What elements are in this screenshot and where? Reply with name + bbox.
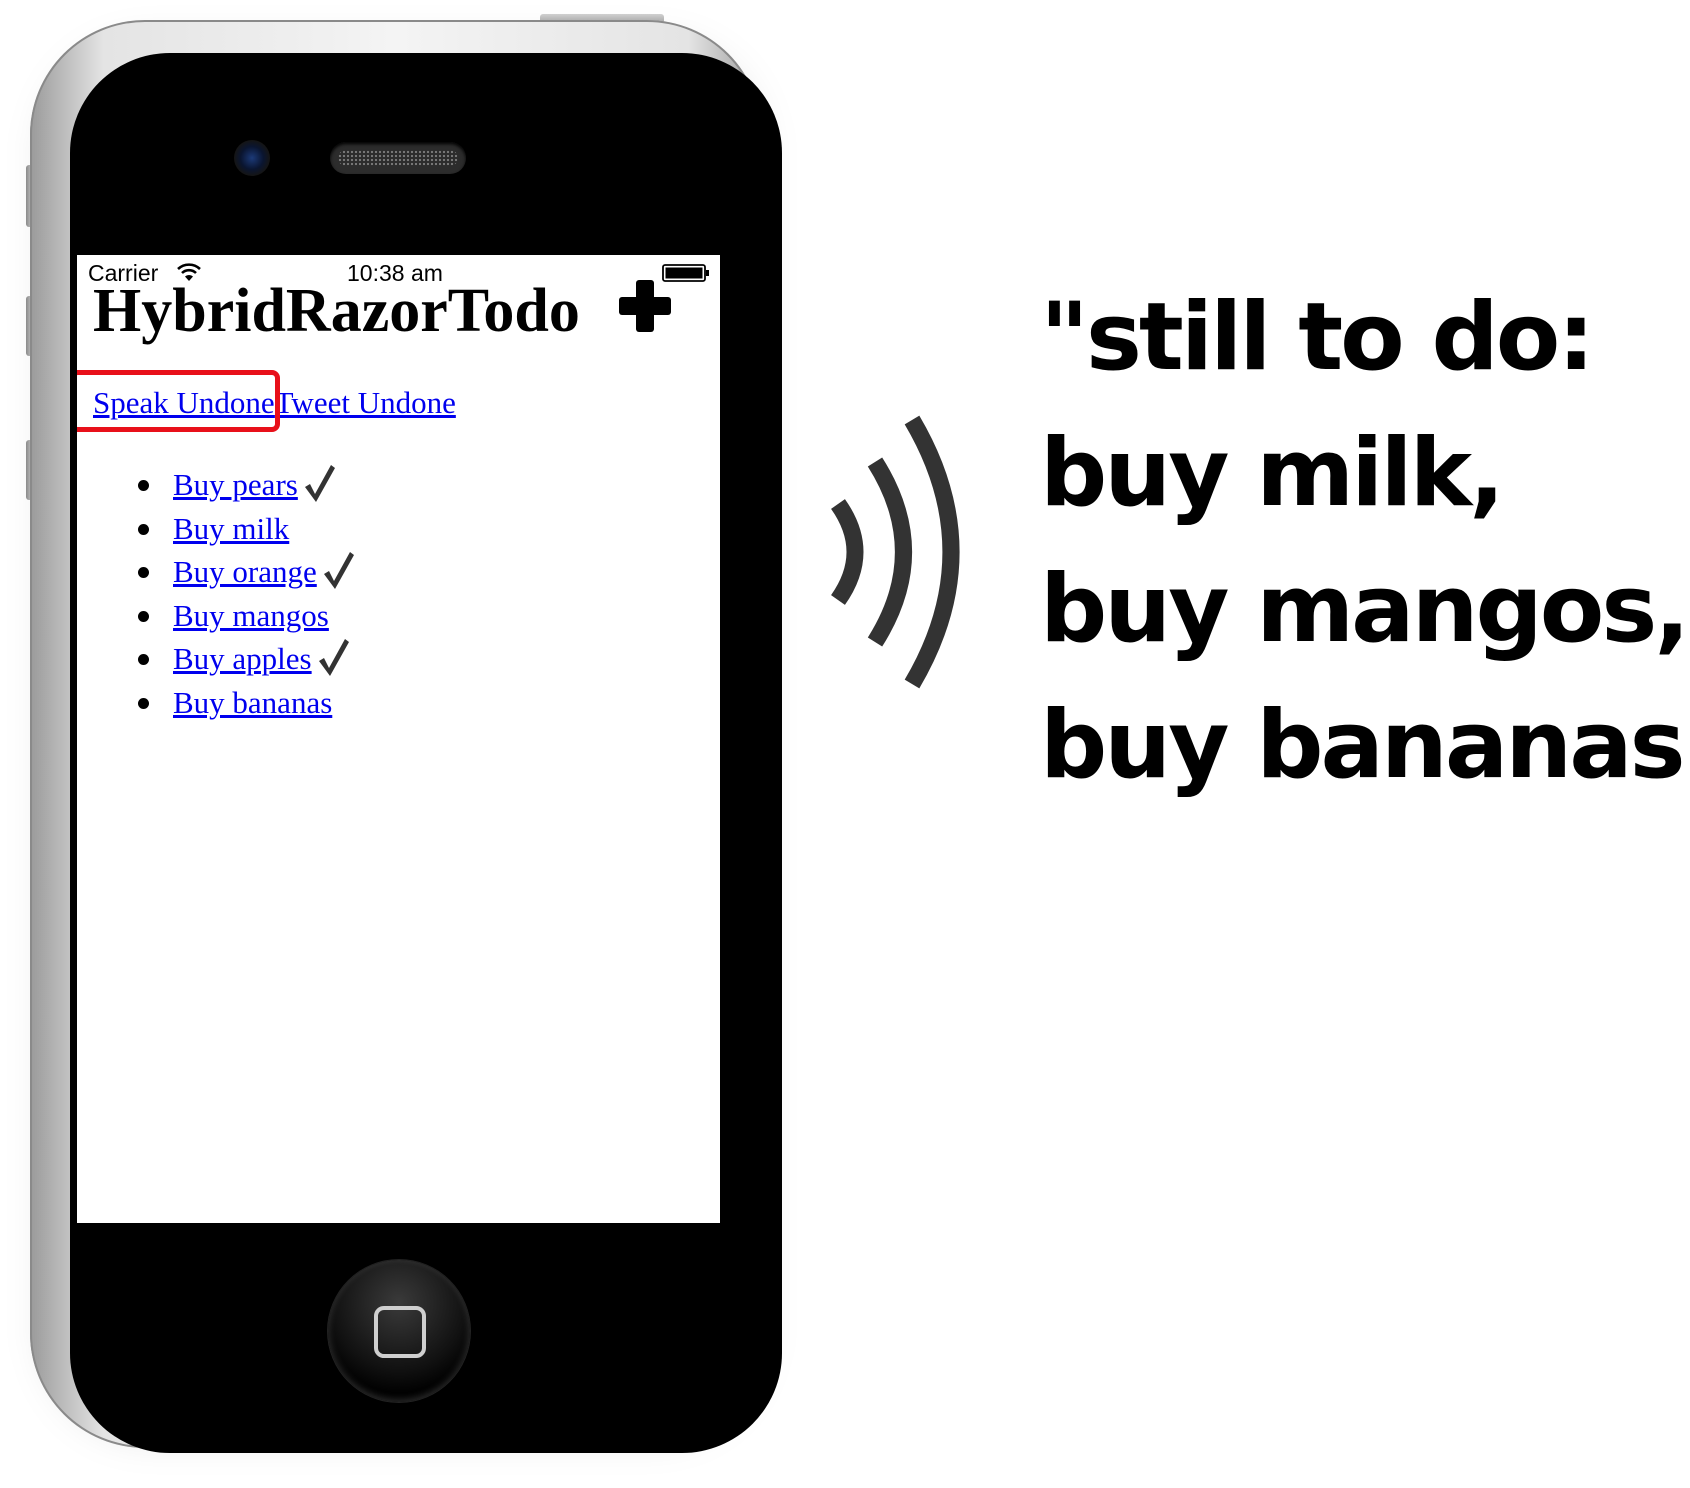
spoken-text: "still to do: buy milk, buy mangos, buy …: [1040, 270, 1690, 814]
todo-item: Buy pears: [77, 463, 355, 507]
sound-waves-icon: [830, 415, 960, 689]
front-camera: [234, 140, 270, 176]
todo-link[interactable]: Buy bananas: [173, 685, 332, 720]
todo-list: Buy pears Buy milk Buy orange Buy mangos…: [77, 463, 355, 724]
todo-link[interactable]: Buy pears: [173, 467, 298, 502]
action-links: Speak UndoneTweet Undone: [93, 385, 456, 421]
todo-item: Buy apples: [77, 637, 355, 681]
bullet-icon: [138, 567, 149, 578]
check-icon: [304, 465, 335, 502]
home-button[interactable]: [328, 1260, 470, 1402]
plus-icon[interactable]: [617, 278, 673, 334]
tweet-undone-link[interactable]: Tweet Undone: [275, 385, 456, 420]
todo-item: Buy mangos: [77, 594, 355, 637]
check-icon: [318, 639, 349, 676]
bullet-icon: [138, 611, 149, 622]
speaker-mesh: [338, 150, 458, 166]
todo-item: Buy orange: [77, 550, 355, 594]
todo-item: Buy milk: [77, 507, 355, 550]
app-title: HybridRazorTodo: [93, 277, 580, 345]
bullet-icon: [138, 524, 149, 535]
bullet-icon: [138, 480, 149, 491]
spoken-line: "still to do:: [1040, 283, 1595, 392]
home-square-icon: [374, 1306, 426, 1358]
todo-link[interactable]: Buy orange: [173, 554, 317, 589]
spoken-line: buy bananas": [1040, 691, 1690, 800]
todo-item: Buy bananas: [77, 681, 355, 724]
spoken-line: buy mangos,: [1040, 555, 1690, 664]
earpiece-speaker: [330, 142, 466, 174]
todo-link[interactable]: Buy mangos: [173, 598, 329, 633]
phone-screen: Carrier 10:38 am HybridRazorTodo Speak U…: [77, 255, 720, 1223]
todo-link[interactable]: Buy apples: [173, 641, 312, 676]
bullet-icon: [138, 698, 149, 709]
speak-undone-link[interactable]: Speak Undone: [93, 385, 275, 420]
bullet-icon: [138, 654, 149, 665]
spoken-line: buy milk,: [1040, 419, 1505, 528]
todo-link[interactable]: Buy milk: [173, 511, 289, 546]
check-icon: [323, 552, 354, 589]
